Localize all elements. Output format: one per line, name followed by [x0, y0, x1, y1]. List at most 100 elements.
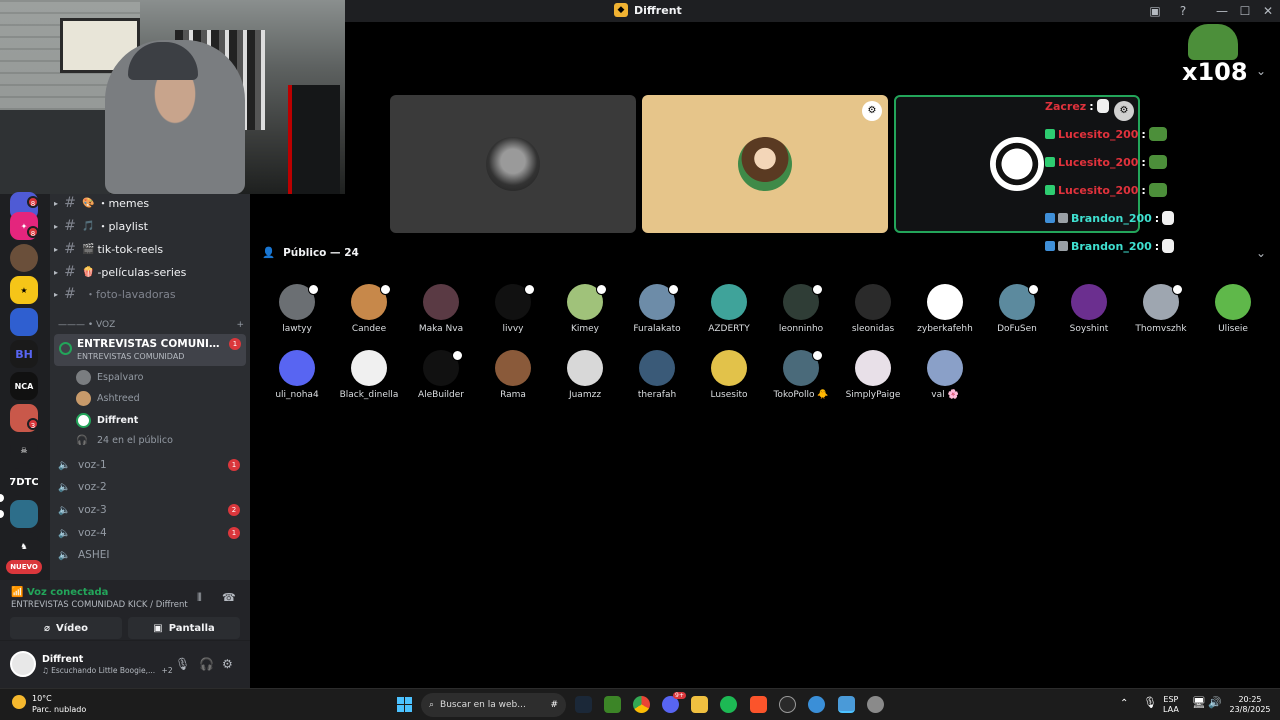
voice-channel[interactable]: 🔈 voz-4	[58, 522, 107, 544]
volume-icon[interactable]: 🔊	[1208, 697, 1222, 708]
audience-member[interactable]: DoFuSen	[981, 284, 1053, 348]
audience-member[interactable]: Kimey	[549, 284, 621, 348]
audience-member[interactable]: Rama	[477, 350, 549, 414]
text-channel[interactable]: ▸ # 🍿 -películas-series	[50, 261, 250, 283]
clock[interactable]: 20:25 23/8/2025	[1226, 695, 1274, 715]
noise-suppression-icon[interactable]: ⦀	[197, 591, 202, 605]
app-icon[interactable]	[808, 696, 825, 713]
weather-widget[interactable]: 10°C Parc. nublado	[12, 693, 86, 715]
close-button[interactable]: ✕	[1258, 3, 1278, 19]
minimize-button[interactable]: —	[1212, 3, 1232, 19]
audience-member[interactable]: TokoPollo 🐥	[765, 350, 837, 414]
audience-member[interactable]: SimplyPaige	[837, 350, 909, 414]
avatar[interactable]	[10, 651, 36, 677]
brave-icon[interactable]	[750, 696, 767, 713]
request-to-speak-icon	[452, 350, 463, 361]
member-name: AZDERTY	[708, 324, 750, 334]
audience-member[interactable]: lawtyy	[261, 284, 333, 348]
taskbar-search[interactable]: ⌕ Buscar en la web... #	[421, 693, 566, 717]
maximize-button[interactable]: ☐	[1235, 3, 1255, 19]
audience-member[interactable]: Furalakato	[621, 284, 693, 348]
steam-icon[interactable]	[575, 696, 592, 713]
language-indicator[interactable]: ESP LAA	[1163, 695, 1179, 715]
server-icon[interactable]: ♞	[10, 532, 38, 560]
audience-member[interactable]: sleonidas	[837, 284, 909, 348]
video-button[interactable]: ⌀ Vídeo	[10, 617, 122, 639]
chat-line: Lucesito_200:	[1045, 152, 1167, 172]
voice-category[interactable]: ——— • VOZ +	[58, 318, 244, 332]
help-icon[interactable]: ?	[1173, 3, 1193, 19]
notepad-icon[interactable]	[838, 696, 855, 713]
windows-start-icon[interactable]	[397, 697, 412, 712]
minecraft-icon[interactable]	[604, 696, 621, 713]
server-icon[interactable]: NCA	[10, 372, 38, 400]
disconnect-icon[interactable]: ☎	[222, 591, 236, 604]
screen-share-button[interactable]: ▣ Pantalla	[128, 617, 240, 639]
voice-location[interactable]: ENTREVISTAS COMUNIDAD KICK / Diffrent	[11, 600, 188, 610]
audience-member[interactable]: Soyshint	[1053, 284, 1125, 348]
member-name: val 🌸	[931, 390, 959, 400]
audience-member[interactable]: therafah	[621, 350, 693, 414]
add-channel-icon[interactable]: +	[236, 320, 244, 330]
audience-count[interactable]: 🎧 24 en el público	[76, 430, 173, 450]
text-channel[interactable]: ▸ # 🎵 ・playlist	[50, 215, 250, 237]
voice-channel[interactable]: 🔈 voz-3	[58, 499, 107, 521]
audience-member[interactable]: Juamzz	[549, 350, 621, 414]
audience-member[interactable]: AleBuilder	[405, 350, 477, 414]
stage-channel[interactable]: ENTREVISTAS COMUNIDAD K... ENTREVISTAS C…	[54, 334, 246, 366]
audience-member[interactable]: leonninho	[765, 284, 837, 348]
text-channel[interactable]: ▸ # 🎨 ・memes	[50, 192, 250, 214]
server-icon[interactable]	[10, 500, 38, 528]
server-icon[interactable]: ★	[10, 276, 38, 304]
chrome-icon[interactable]	[633, 696, 650, 713]
inbox-icon[interactable]: ▣	[1145, 3, 1165, 19]
speaker-icon: 🔈	[58, 549, 71, 561]
audience-member[interactable]: uli_noha4	[261, 350, 333, 414]
server-icon[interactable]	[10, 244, 38, 272]
chevron-down-icon[interactable]: ⌄	[1256, 64, 1266, 78]
collapse-audience-icon[interactable]: ⌄	[1256, 246, 1266, 260]
overlay-counter: x108	[1182, 58, 1248, 86]
audience-member[interactable]: Black_dinella	[333, 350, 405, 414]
audience-member[interactable]: Thomvszhk	[1125, 284, 1197, 348]
stage-member-self[interactable]: Diffrent	[76, 410, 138, 430]
server-icon[interactable]: ☠	[10, 436, 38, 464]
audience-member[interactable]: Uliseie	[1197, 284, 1269, 348]
stage-member[interactable]: Espalvaro	[76, 367, 143, 387]
network-icon[interactable]: 🖥	[1192, 697, 1206, 708]
text-channel[interactable]: ▸ # 🎬 tik-tok-reels	[50, 238, 250, 260]
speaker-tile[interactable]	[390, 95, 636, 233]
member-name: Soyshint	[1069, 324, 1109, 334]
member-name: DoFuSen	[997, 324, 1037, 334]
new-badge[interactable]: NUEVO	[6, 560, 42, 574]
spotify-icon[interactable]	[720, 696, 737, 713]
file-explorer-icon[interactable]	[691, 696, 708, 713]
speaker-tile[interactable]: ⚙	[642, 95, 888, 233]
settings-icon[interactable]	[867, 696, 884, 713]
audience-member[interactable]: AZDERTY	[693, 284, 765, 348]
stage-member[interactable]: Ashtreed	[76, 388, 140, 408]
audience-member[interactable]: val 🌸	[909, 350, 981, 414]
audience-member[interactable]: Maka Nva	[405, 284, 477, 348]
request-to-speak-icon	[380, 284, 391, 295]
audience-member[interactable]: Lusesito	[693, 350, 765, 414]
obs-icon[interactable]	[779, 696, 796, 713]
settings-gear-icon[interactable]: ⚙	[222, 657, 233, 671]
server-icon[interactable]: 7DTC	[10, 468, 38, 496]
audience-member[interactable]: Candee	[333, 284, 405, 348]
server-icon[interactable]	[10, 308, 38, 336]
voice-channel[interactable]: 🔈 voz-2	[58, 476, 107, 498]
headset-icon[interactable]: 🎧	[199, 657, 214, 671]
voice-channel[interactable]: 🔈 ASHEI	[58, 544, 109, 566]
tray-chevron-icon[interactable]: ⌃	[1120, 699, 1128, 709]
audience-member[interactable]: zyberkafehh	[909, 284, 981, 348]
audience-member[interactable]: livvy	[477, 284, 549, 348]
member-name: Thomvszhk	[1135, 324, 1187, 334]
mic-tray-icon[interactable]: 🎙	[1143, 697, 1157, 708]
channel-emoji-icon: 🎵	[82, 220, 95, 232]
voice-channel[interactable]: 🔈 voz-1	[58, 454, 107, 476]
server-icon[interactable]: BH	[10, 340, 38, 368]
user-name[interactable]: Diffrent	[42, 654, 83, 665]
microphone-icon[interactable]: 🎙	[175, 657, 190, 671]
text-channel[interactable]: ▸ # ・foto-lavadoras	[50, 283, 250, 305]
